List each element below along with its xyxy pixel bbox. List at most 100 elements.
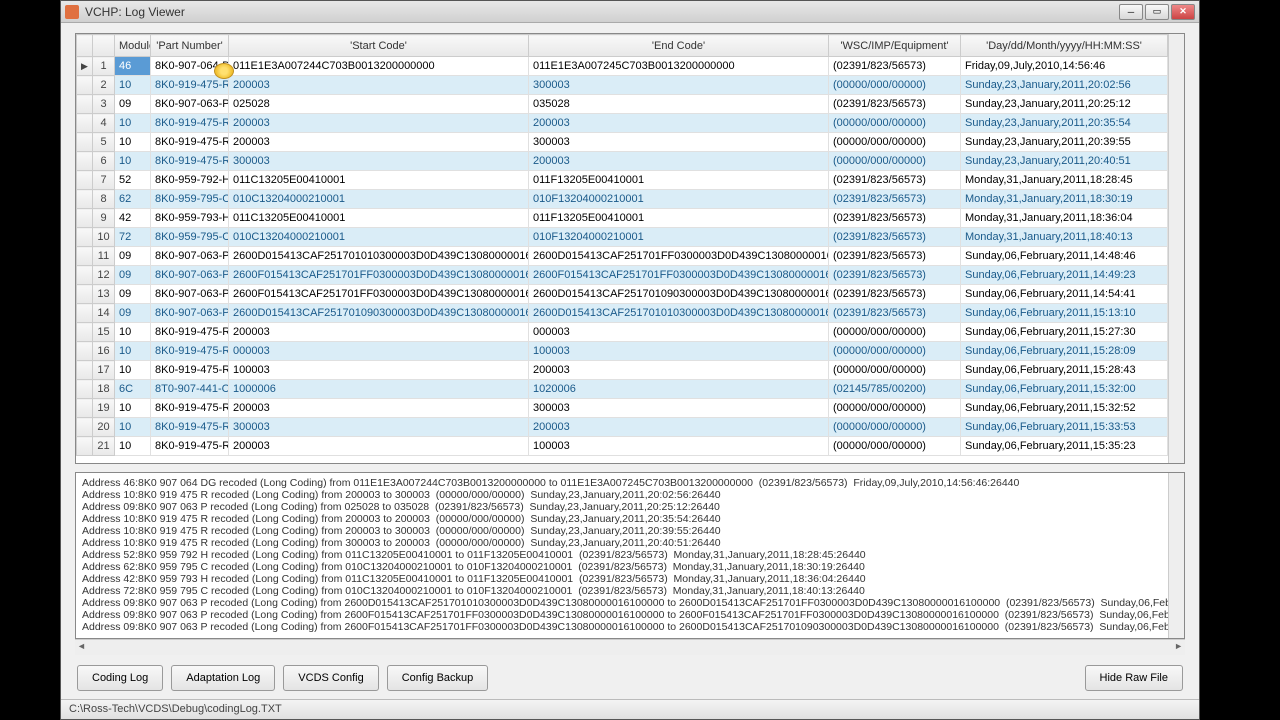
cell[interactable]: 15: [93, 323, 115, 342]
cell[interactable]: 2: [93, 76, 115, 95]
cell[interactable]: 72: [115, 228, 151, 247]
cell[interactable]: 4: [93, 114, 115, 133]
cell[interactable]: 300003: [529, 76, 829, 95]
cell[interactable]: Monday,31,January,2011,18:30:19: [961, 190, 1168, 209]
cell[interactable]: [77, 247, 93, 266]
cell[interactable]: Monday,31,January,2011,18:28:45: [961, 171, 1168, 190]
column-header[interactable]: Module: [115, 35, 151, 57]
cell[interactable]: Sunday,06,February,2011,15:32:00: [961, 380, 1168, 399]
cell[interactable]: 200003: [529, 418, 829, 437]
cell[interactable]: [77, 228, 93, 247]
cell[interactable]: (00000/000/00000): [829, 133, 961, 152]
cell[interactable]: 10: [93, 228, 115, 247]
cell[interactable]: 52: [115, 171, 151, 190]
column-header[interactable]: [77, 35, 93, 57]
cell[interactable]: Sunday,06,February,2011,15:32:52: [961, 399, 1168, 418]
cell[interactable]: 010C13204000210001: [229, 228, 529, 247]
cell[interactable]: [77, 133, 93, 152]
raw-log-text[interactable]: Address 46:8K0 907 064 DG recoded (Long …: [76, 473, 1168, 638]
cell[interactable]: (02391/823/56573): [829, 171, 961, 190]
log-hscroll[interactable]: [75, 639, 1185, 655]
cell[interactable]: (00000/000/00000): [829, 418, 961, 437]
cell[interactable]: 1: [93, 57, 115, 76]
cell[interactable]: (02145/785/00200): [829, 380, 961, 399]
cell[interactable]: [77, 76, 93, 95]
cell[interactable]: Friday,09,July,2010,14:56:46: [961, 57, 1168, 76]
column-header[interactable]: 'Part Number': [151, 35, 229, 57]
cell[interactable]: 1020006: [529, 380, 829, 399]
cell[interactable]: 8K0-919-475-R: [151, 133, 229, 152]
cell[interactable]: (00000/000/00000): [829, 323, 961, 342]
cell[interactable]: 18: [93, 380, 115, 399]
cell[interactable]: Sunday,06,February,2011,15:28:43: [961, 361, 1168, 380]
table-row[interactable]: 7528K0-959-792-H011C13205E00410001011F13…: [77, 171, 1168, 190]
column-header[interactable]: 'Start Code': [229, 35, 529, 57]
cell[interactable]: ▶: [77, 57, 93, 76]
cell[interactable]: 010F13204000210001: [529, 190, 829, 209]
cell[interactable]: 300003: [529, 399, 829, 418]
cell[interactable]: [77, 418, 93, 437]
cell[interactable]: 7: [93, 171, 115, 190]
cell[interactable]: [77, 152, 93, 171]
cell[interactable]: 10: [115, 418, 151, 437]
cell[interactable]: 8K0-907-063-P: [151, 285, 229, 304]
cell[interactable]: 200003: [529, 114, 829, 133]
cell[interactable]: (00000/000/00000): [829, 342, 961, 361]
cell[interactable]: 8K0-919-475-R: [151, 418, 229, 437]
hide-raw-file-button[interactable]: Hide Raw File: [1085, 665, 1183, 691]
table-row[interactable]: 11098K0-907-063-P2600D015413CAF251701010…: [77, 247, 1168, 266]
cell[interactable]: 09: [115, 247, 151, 266]
cell[interactable]: 011E1E3A007244C703B0013200000000: [229, 57, 529, 76]
cell[interactable]: 8K0-919-475-R: [151, 114, 229, 133]
table-row[interactable]: 10728K0-959-795-C010C13204000210001010F1…: [77, 228, 1168, 247]
cell[interactable]: 5: [93, 133, 115, 152]
cell[interactable]: 8K0-907-063-P: [151, 95, 229, 114]
cell[interactable]: 200003: [529, 361, 829, 380]
cell[interactable]: 010C13204000210001: [229, 190, 529, 209]
table-row[interactable]: 2108K0-919-475-R200003300003(00000/000/0…: [77, 76, 1168, 95]
table-row[interactable]: 21108K0-919-475-R200003100003(00000/000/…: [77, 437, 1168, 456]
cell[interactable]: (00000/000/00000): [829, 361, 961, 380]
cell[interactable]: 011F13205E00410001: [529, 171, 829, 190]
cell[interactable]: 2600D015413CAF251701090300003D0D439C1308…: [529, 285, 829, 304]
cell[interactable]: 13: [93, 285, 115, 304]
cell[interactable]: (02391/823/56573): [829, 209, 961, 228]
cell[interactable]: 11: [93, 247, 115, 266]
table-row[interactable]: 3098K0-907-063-P025028035028(02391/823/5…: [77, 95, 1168, 114]
cell[interactable]: 300003: [229, 152, 529, 171]
cell[interactable]: [77, 342, 93, 361]
cell[interactable]: [77, 95, 93, 114]
cell[interactable]: 16: [93, 342, 115, 361]
cell[interactable]: Sunday,06,February,2011,14:54:41: [961, 285, 1168, 304]
column-header[interactable]: 'End Code': [529, 35, 829, 57]
cell[interactable]: 000003: [529, 323, 829, 342]
column-header[interactable]: 'WSC/IMP/Equipment': [829, 35, 961, 57]
cell[interactable]: 2600D015413CAF251701010300003D0D439C1308…: [529, 304, 829, 323]
table-row[interactable]: 19108K0-919-475-R200003300003(00000/000/…: [77, 399, 1168, 418]
adaptation-log-button[interactable]: Adaptation Log: [171, 665, 275, 691]
minimize-button[interactable]: ─: [1119, 4, 1143, 20]
cell[interactable]: 2600F015413CAF251701FF0300003D0D439C1308…: [229, 266, 529, 285]
cell[interactable]: Sunday,06,February,2011,15:28:09: [961, 342, 1168, 361]
log-vscroll[interactable]: [1168, 473, 1184, 638]
cell[interactable]: [77, 361, 93, 380]
cell[interactable]: 300003: [229, 418, 529, 437]
cell[interactable]: [77, 437, 93, 456]
cell[interactable]: 1000006: [229, 380, 529, 399]
cell[interactable]: [77, 285, 93, 304]
cell[interactable]: (02391/823/56573): [829, 190, 961, 209]
table-row[interactable]: 14098K0-907-063-P2600D015413CAF251701090…: [77, 304, 1168, 323]
cell[interactable]: (02391/823/56573): [829, 247, 961, 266]
cell[interactable]: 10: [115, 437, 151, 456]
cell[interactable]: [77, 323, 93, 342]
cell[interactable]: 10: [115, 399, 151, 418]
table-row[interactable]: 12098K0-907-063-P2600F015413CAF251701FF0…: [77, 266, 1168, 285]
cell[interactable]: 200003: [229, 133, 529, 152]
cell[interactable]: [77, 266, 93, 285]
cell[interactable]: 8K0-959-795-C: [151, 228, 229, 247]
cell[interactable]: 8T0-907-441-C: [151, 380, 229, 399]
cell[interactable]: (02391/823/56573): [829, 304, 961, 323]
cell[interactable]: 2600D015413CAF251701010300003D0D439C1308…: [229, 247, 529, 266]
cell[interactable]: [77, 209, 93, 228]
cell[interactable]: [77, 114, 93, 133]
